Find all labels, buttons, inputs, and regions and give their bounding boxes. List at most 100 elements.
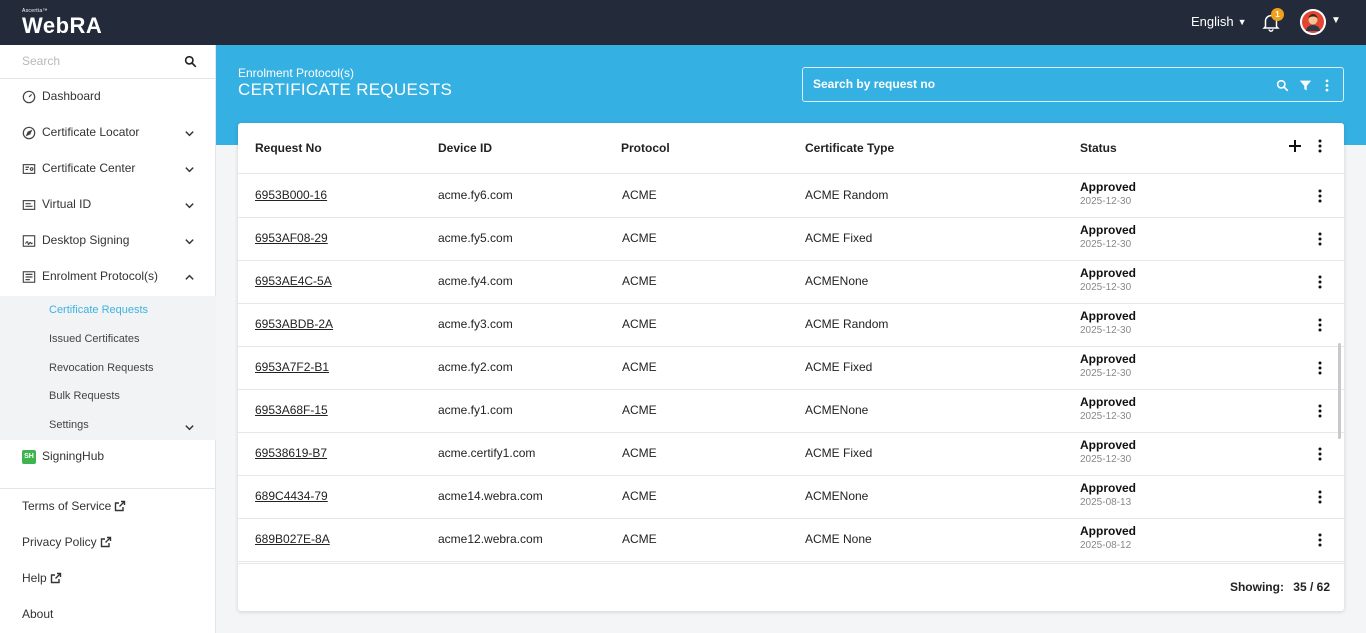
external-link-icon: [115, 500, 126, 512]
table-row[interactable]: 6953ABDB-2A acme.fy3.com ACME ACME Rando…: [238, 304, 1344, 347]
table-row[interactable]: 6953B000-16 acme.fy6.com ACME ACME Rando…: [238, 175, 1344, 218]
table-row[interactable]: 689C4434-79 acme14.webra.com ACME ACMENo…: [238, 476, 1344, 519]
request-no-link[interactable]: 689C4434-79: [255, 489, 328, 503]
protocol-cell: ACME: [622, 188, 657, 202]
add-icon[interactable]: [1288, 139, 1302, 153]
showing-value: 35 / 62: [1293, 580, 1330, 594]
row-more-icon[interactable]: [1318, 361, 1322, 375]
requests-table-card: Request No Device ID Protocol Certificat…: [238, 123, 1344, 611]
status-cell: Approved 2025-08-12: [1080, 524, 1136, 551]
help-link[interactable]: Help: [22, 571, 62, 585]
status-date: 2025-12-30: [1080, 282, 1132, 293]
device-id-cell: acme.fy2.com: [438, 360, 513, 374]
chevron-down-icon[interactable]: [184, 128, 195, 139]
more-vertical-icon[interactable]: [1325, 79, 1329, 92]
row-more-icon[interactable]: [1318, 275, 1322, 289]
avatar[interactable]: [1300, 9, 1326, 35]
request-no-link[interactable]: 689B027E-8A: [255, 532, 330, 546]
device-id-cell: acme.fy4.com: [438, 274, 513, 288]
request-no-link[interactable]: 6953A68F-15: [255, 403, 328, 417]
request-no-link[interactable]: 6953A7F2-B1: [255, 360, 329, 374]
row-more-icon[interactable]: [1318, 318, 1322, 332]
privacy-policy-link[interactable]: Privacy Policy: [22, 535, 112, 549]
table-row[interactable]: 69538619-B7 acme.certify1.com ACME ACME …: [238, 433, 1344, 476]
column-header-request-no[interactable]: Request No: [255, 141, 322, 155]
status-text: Approved: [1080, 524, 1137, 538]
request-no-link[interactable]: 6953AF08-29: [255, 231, 328, 245]
request-no-link[interactable]: 6953AE4C-5A: [255, 274, 332, 288]
search-icon[interactable]: [184, 55, 197, 68]
sidebar-item-certificate-locator[interactable]: Certificate Locator: [0, 115, 216, 151]
column-header-device-id[interactable]: Device ID: [438, 141, 492, 155]
row-more-icon[interactable]: [1318, 447, 1322, 461]
protocol-cell: ACME: [622, 489, 657, 503]
status-cell: Approved 2025-12-30: [1080, 223, 1136, 250]
table-row[interactable]: 6953AE4C-5A acme.fy4.com ACME ACMENone A…: [238, 261, 1344, 304]
certificate-type-cell: ACME Fixed: [805, 231, 873, 245]
about-link[interactable]: About: [22, 607, 53, 621]
table-row[interactable]: 6953AF08-29 acme.fy5.com ACME ACME Fixed…: [238, 218, 1344, 261]
sidebar-item-enrolment-protocols[interactable]: Enrolment Protocol(s): [0, 259, 216, 295]
sidebar-item-dashboard[interactable]: Dashboard: [0, 79, 216, 115]
certificate-type-cell: ACME Fixed: [805, 360, 873, 374]
protocol-cell: ACME: [622, 317, 657, 331]
filter-icon[interactable]: [1299, 79, 1312, 92]
certificate-type-cell: ACMENone: [805, 274, 869, 288]
row-more-icon[interactable]: [1318, 490, 1322, 504]
column-header-certificate-type[interactable]: Certificate Type: [805, 141, 894, 155]
request-search-input[interactable]: [813, 77, 1253, 91]
protocol-cell: ACME: [622, 403, 657, 417]
logo[interactable]: Ascertia™ WebRA: [22, 8, 102, 38]
footer-link-label: Help: [22, 571, 47, 585]
enrolment-submenu: Certificate Requests Issued Certificates…: [0, 296, 216, 440]
submenu-item-issued-certificates[interactable]: Issued Certificates: [49, 333, 139, 345]
more-vertical-icon[interactable]: [1318, 139, 1322, 153]
chevron-down-icon[interactable]: [184, 200, 195, 211]
column-header-protocol[interactable]: Protocol: [621, 141, 670, 155]
submenu-item-revocation-requests[interactable]: Revocation Requests: [49, 362, 154, 374]
table-row[interactable]: 689B027E-8A acme12.webra.com ACME ACME N…: [238, 519, 1344, 562]
search-icon[interactable]: [1276, 79, 1289, 92]
sidebar: Dashboard Certificate Locator Certificat…: [0, 45, 216, 633]
chevron-down-icon[interactable]: [184, 422, 195, 433]
id-card-icon: [22, 200, 36, 210]
status-cell: Approved 2025-12-30: [1080, 395, 1136, 422]
language-selector[interactable]: English ▼: [1191, 14, 1247, 29]
device-id-cell: acme.certify1.com: [438, 446, 536, 460]
chevron-up-icon[interactable]: [184, 272, 195, 283]
row-more-icon[interactable]: [1318, 533, 1322, 547]
request-no-link[interactable]: 6953ABDB-2A: [255, 317, 333, 331]
row-more-icon[interactable]: [1318, 189, 1322, 203]
avatar-caret-icon[interactable]: ▼: [1331, 15, 1341, 26]
row-more-icon[interactable]: [1318, 404, 1322, 418]
protocol-cell: ACME: [622, 532, 657, 546]
sidebar-item-signinghub[interactable]: SH SigningHub: [0, 439, 216, 475]
chevron-down-icon[interactable]: [184, 236, 195, 247]
chevron-down-icon[interactable]: [184, 164, 195, 175]
submenu-item-certificate-requests[interactable]: Certificate Requests: [49, 304, 148, 316]
submenu-item-bulk-requests[interactable]: Bulk Requests: [49, 390, 120, 402]
status-text: Approved: [1080, 395, 1137, 409]
request-no-link[interactable]: 6953B000-16: [255, 188, 327, 202]
protocol-cell: ACME: [622, 231, 657, 245]
submenu-item-settings[interactable]: Settings: [49, 419, 89, 431]
table-row[interactable]: 6953A68F-15 acme.fy1.com ACME ACMENone A…: [238, 390, 1344, 433]
row-more-icon[interactable]: [1318, 232, 1322, 246]
terms-of-service-link[interactable]: Terms of Service: [22, 499, 126, 513]
sidebar-item-desktop-signing[interactable]: Desktop Signing: [0, 223, 216, 259]
protocol-cell: ACME: [622, 274, 657, 288]
certificate-type-cell: ACME Random: [805, 188, 889, 202]
sidebar-item-label: Certificate Locator: [42, 125, 140, 139]
status-cell: Approved 2025-12-30: [1080, 266, 1136, 293]
breadcrumb[interactable]: Enrolment Protocol(s): [238, 66, 354, 80]
certificate-type-cell: ACME None: [805, 532, 872, 546]
column-header-status[interactable]: Status: [1080, 141, 1117, 155]
sidebar-item-virtual-id[interactable]: Virtual ID: [0, 187, 216, 223]
table-scrollbar[interactable]: [1338, 343, 1341, 439]
device-id-cell: acme14.webra.com: [438, 489, 543, 503]
request-no-link[interactable]: 69538619-B7: [255, 446, 327, 460]
sidebar-item-certificate-center[interactable]: Certificate Center: [0, 151, 216, 187]
table-row[interactable]: 6953A7F2-B1 acme.fy2.com ACME ACME Fixed…: [238, 347, 1344, 390]
status-cell: Approved 2025-12-30: [1080, 309, 1136, 336]
sidebar-search-input[interactable]: [22, 54, 172, 68]
